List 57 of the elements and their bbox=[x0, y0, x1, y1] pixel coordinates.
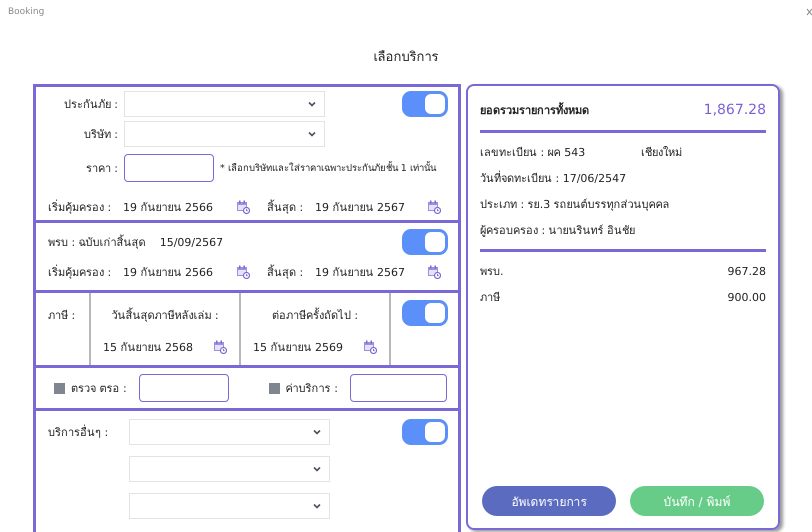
item-label: ภาษี bbox=[480, 290, 500, 306]
item-label: พรบ. bbox=[480, 264, 504, 280]
date-value: 15 กันยายน 2569 bbox=[253, 340, 343, 356]
chevron-down-icon bbox=[308, 131, 316, 137]
field-label: สิ้นสุด : bbox=[267, 264, 304, 281]
date-value: 19 กันยายน 2567 bbox=[315, 265, 406, 281]
total-amount: 1,867.28 bbox=[704, 102, 766, 118]
total-label: ยอดรวมรายการทั้งหมด bbox=[480, 101, 589, 119]
calendar-icon[interactable] bbox=[212, 340, 227, 354]
toggle-switch[interactable] bbox=[402, 300, 448, 326]
item-amount: 900.00 bbox=[728, 290, 766, 304]
calendar-icon[interactable] bbox=[427, 265, 441, 279]
calendar-icon[interactable] bbox=[427, 200, 441, 214]
toggle-switch[interactable] bbox=[402, 419, 448, 445]
calendar-icon[interactable] bbox=[236, 265, 250, 279]
date-value: 19 กันยายน 2566 bbox=[123, 200, 214, 216]
detail-text: วันที่จดทะเบียน : 17/06/2547 bbox=[480, 170, 626, 187]
field-label: ภาษี : bbox=[48, 308, 76, 324]
field-label: ราคา : bbox=[84, 160, 118, 177]
field-label: ประกันภัย : bbox=[62, 97, 118, 113]
date-value: 19 กันยายน 2566 bbox=[123, 265, 214, 281]
toggle-switch[interactable] bbox=[402, 229, 448, 255]
toggle-switch[interactable] bbox=[402, 91, 448, 117]
detail-text: ประเภท : รย.3 รถยนต์บรรทุกส่วนบุคคล bbox=[480, 197, 670, 213]
field-label: สิ้นสุด : bbox=[267, 198, 304, 216]
checkbox[interactable] bbox=[54, 382, 65, 394]
input-field[interactable] bbox=[138, 374, 229, 402]
field-label: ต่อภาษีครั้งถัดไป : bbox=[272, 306, 358, 324]
field-label: เริ่มคุ้มครอง : bbox=[48, 264, 112, 281]
hint-text: * เลือกบริษัทและใส่ราคาเฉพาะประกันภัยชั้น 1 เท่านั้น bbox=[220, 160, 436, 176]
price-field[interactable] bbox=[124, 154, 214, 182]
close-icon[interactable] bbox=[806, 7, 812, 17]
field-label: พรบ : ฉบับเก่าสิ้นสุด bbox=[48, 234, 146, 251]
chevron-down-icon bbox=[313, 503, 321, 509]
checkbox[interactable] bbox=[268, 382, 280, 394]
detail-text: เลขทะเบียน : ผค 543 bbox=[480, 145, 586, 161]
calendar-icon[interactable] bbox=[362, 340, 377, 354]
date-value: 19 กันยายน 2567 bbox=[315, 200, 406, 216]
date-value: 15/09/2567 bbox=[160, 236, 224, 248]
chevron-down-icon bbox=[313, 466, 321, 472]
chevron-down-icon bbox=[313, 429, 321, 435]
detail-text: ผู้ครอบครอง : นายนรินทร์ อินชัย bbox=[480, 223, 636, 239]
field-label: ค่าบริการ : bbox=[286, 381, 338, 397]
input-field[interactable] bbox=[350, 374, 447, 402]
page-heading: เลือกบริการ bbox=[374, 48, 438, 66]
field-label: ตรวจ ตรอ : bbox=[71, 381, 127, 397]
field-label: บริษัท : bbox=[82, 127, 118, 143]
item-amount: 967.28 bbox=[728, 264, 766, 278]
date-value: 15 กันยายน 2568 bbox=[103, 340, 193, 356]
update-button[interactable]: อัพเดทรายการ bbox=[482, 486, 616, 516]
field-label: บริการอื่นๆ : bbox=[48, 424, 110, 441]
window-title: Booking bbox=[8, 7, 44, 17]
field-label: วันสิ้นสุดภาษีหลังเล่ม : bbox=[111, 306, 219, 324]
detail-text: เชียงใหม่ bbox=[641, 145, 682, 161]
field-label: เริ่มคุ้มครอง : bbox=[48, 198, 112, 216]
calendar-icon[interactable] bbox=[236, 200, 250, 214]
chevron-down-icon bbox=[308, 101, 316, 107]
